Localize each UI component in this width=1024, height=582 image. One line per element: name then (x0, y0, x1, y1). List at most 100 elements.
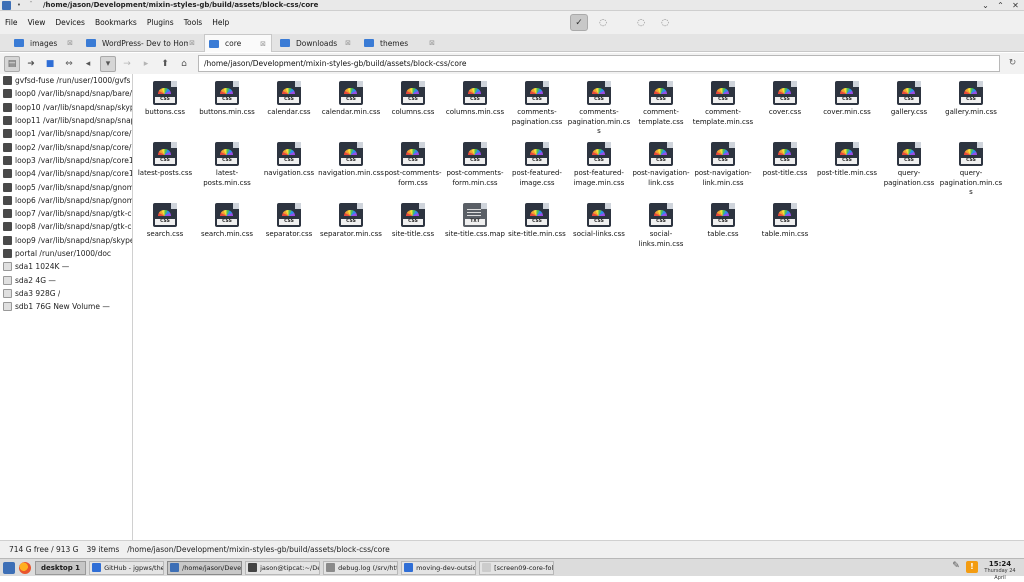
path-input[interactable]: /home/jason/Development/mixin-styles-gb/… (198, 55, 1000, 72)
file-item[interactable]: CSS site-title.min.css (506, 199, 568, 240)
desktop-switcher[interactable]: desktop 1 (35, 560, 87, 575)
sidebar-device-item[interactable]: loop4 /var/lib/snapd/snap/core18/2 (0, 167, 132, 180)
sidebar-device-item[interactable]: sda2 4G — (0, 273, 132, 286)
sidebar-device-item[interactable]: portal /run/user/1000/doc (0, 247, 132, 260)
settings-icon[interactable]: ◌ (594, 14, 612, 31)
close-icon[interactable]: ⊠ (66, 39, 74, 47)
sidebar-device-item[interactable]: loop9 /var/lib/snapd/snap/skype/37 (0, 234, 132, 247)
taskbar-window-button[interactable]: jason@tipcat:~/Dev... (245, 560, 321, 575)
drives-icon[interactable]: ▤ (4, 55, 20, 72)
home-icon[interactable]: ⌂ (176, 56, 192, 72)
file-item[interactable]: CSS cover.min.css (816, 77, 878, 118)
file-item[interactable]: CSS separator.css (258, 199, 320, 240)
file-item[interactable]: CSS post-title.min.css (816, 138, 878, 179)
file-item[interactable]: CSS buttons.min.css (196, 77, 258, 118)
tab-wordpress[interactable]: WordPress- Dev to Home 2⊠ (82, 34, 200, 52)
sidebar-device-item[interactable]: loop0 /var/lib/snapd/snap/bare/5 (0, 87, 132, 100)
close-icon[interactable]: ⊠ (188, 39, 196, 47)
tab-themes[interactable]: themes ⊠ (360, 34, 440, 52)
file-item[interactable]: CSS post-navigation-link.css (630, 138, 692, 188)
history-dropdown-icon[interactable]: ▾ (100, 55, 116, 72)
sidebar-device-item[interactable]: loop6 /var/lib/snapd/snap/gnome-3 (0, 194, 132, 207)
reload-icon[interactable]: ↻ (1005, 56, 1020, 71)
firefox-icon[interactable] (19, 561, 31, 574)
file-item[interactable]: CSS gallery.min.css (940, 77, 1002, 118)
warning-icon[interactable]: ! (966, 561, 978, 573)
folder-view-icon[interactable]: ■ (42, 56, 58, 72)
file-item[interactable]: CSS table.css (692, 199, 754, 240)
sidebar-device-item[interactable]: sda3 928G / (0, 287, 132, 300)
file-item[interactable]: CSS buttons.css (134, 77, 196, 118)
file-item[interactable]: CSS query-pagination.css (878, 138, 940, 188)
up-icon[interactable]: ⬆ (157, 56, 173, 72)
file-item[interactable]: CSS calendar.css (258, 77, 320, 118)
sidebar-device-item[interactable]: loop2 /var/lib/snapd/snap/core/172 (0, 140, 132, 153)
sidebar-device-item[interactable]: loop10 /var/lib/snapd/snap/skype/3 (0, 101, 132, 114)
sidebar-device-item[interactable]: gvfsd-fuse /run/user/1000/gvfs (0, 74, 132, 87)
close-icon[interactable]: ⊠ (344, 39, 352, 47)
pen-icon[interactable]: ✎ (950, 561, 962, 573)
sidebar-device-item[interactable]: loop11 /var/lib/snapd/snap/snapd/2 (0, 114, 132, 127)
file-item[interactable]: CSS comments-pagination.css (506, 77, 568, 127)
sidebar-device-item[interactable]: loop1 /var/lib/snapd/snap/core/162 (0, 127, 132, 140)
menu-view[interactable]: View (23, 18, 51, 27)
taskbar-window-button[interactable]: [screen09-core-fold... (479, 560, 555, 575)
terminal-icon[interactable]: ◌ (656, 14, 674, 31)
terminal-here-icon[interactable]: ➜ (23, 56, 39, 72)
start-menu-icon[interactable] (3, 561, 15, 574)
forward-alt-icon[interactable]: ▸ (138, 56, 154, 72)
file-item[interactable]: CSS search.min.css (196, 199, 258, 240)
menu-tools[interactable]: Tools (179, 18, 207, 27)
sidebar-device-item[interactable]: loop3 /var/lib/snapd/snap/core18/2 (0, 154, 132, 167)
taskbar-window-button[interactable]: debug.log (/srv/htt... (323, 560, 399, 575)
file-item[interactable]: TXT site-title.css.map (444, 199, 506, 240)
file-item[interactable]: CSS social-links.min.css (630, 199, 692, 249)
taskbar-window-button[interactable]: moving-dev-outside... (401, 560, 477, 575)
menu-bookmarks[interactable]: Bookmarks (90, 18, 142, 27)
forward-icon[interactable]: → (119, 56, 135, 72)
file-item[interactable]: CSS post-navigation-link.min.css (692, 138, 754, 188)
menu-help[interactable]: Help (207, 18, 234, 27)
sync-icon[interactable]: ✓ (570, 14, 588, 31)
file-item[interactable]: CSS post-featured-image.css (506, 138, 568, 188)
file-item[interactable]: CSS comment-template.min.css (692, 77, 754, 127)
file-item[interactable]: CSS columns.min.css (444, 77, 506, 118)
file-item[interactable]: CSS navigation.css (258, 138, 320, 179)
file-item[interactable]: CSS site-title.css (382, 199, 444, 240)
pin-icon[interactable]: • (15, 1, 23, 10)
file-item[interactable]: CSS post-comments-form.min.css (444, 138, 506, 188)
file-item[interactable]: CSS table.min.css (754, 199, 816, 240)
taskbar-window-button[interactable]: /home/jason/Devel... (167, 560, 243, 575)
menu-devices[interactable]: Devices (50, 18, 90, 27)
file-item[interactable]: CSS query-pagination.min.css (940, 138, 1002, 198)
file-item[interactable]: CSS post-title.css (754, 138, 816, 179)
file-item[interactable]: CSS social-links.css (568, 199, 630, 240)
close-icon[interactable]: ⊠ (428, 39, 436, 47)
file-item[interactable]: CSS comment-template.css (630, 77, 692, 127)
maximize-icon[interactable]: ⌃ (996, 1, 1005, 10)
file-item[interactable]: CSS gallery.css (878, 77, 940, 118)
file-item[interactable]: CSS cover.css (754, 77, 816, 118)
menu-plugins[interactable]: Plugins (142, 18, 179, 27)
file-item[interactable]: CSS latest-posts.min.css (196, 138, 258, 188)
sidebar-device-item[interactable]: loop8 /var/lib/snapd/snap/gtk-comr (0, 220, 132, 233)
tab-core[interactable]: core ⊠ (204, 34, 272, 52)
file-item[interactable]: CSS separator.min.css (320, 199, 382, 240)
file-item[interactable]: CSS calendar.min.css (320, 77, 382, 118)
minimize-icon[interactable]: ⌄ (981, 1, 990, 10)
close-icon[interactable]: ✕ (1011, 1, 1020, 10)
tab-images[interactable]: images ⊠ (10, 34, 78, 52)
menu-file[interactable]: File (0, 18, 23, 27)
file-item[interactable]: CSS search.css (134, 199, 196, 240)
sidebar-device-item[interactable]: sda1 1024K — (0, 260, 132, 273)
compare-icon[interactable]: ⇔ (61, 56, 77, 72)
sidebar-device-item[interactable]: sdb1 76G New Volume — (0, 300, 132, 313)
file-item[interactable]: CSS post-comments-form.css (382, 138, 444, 188)
sidebar-device-item[interactable]: loop5 /var/lib/snapd/snap/gnome-3 (0, 180, 132, 193)
close-icon[interactable]: ⊠ (259, 40, 267, 48)
plugin-icon[interactable]: ◌ (632, 14, 650, 31)
back-icon[interactable]: ◂ (80, 56, 96, 72)
tab-downloads[interactable]: Downloads ⊠ (276, 34, 356, 52)
clock[interactable]: 15:24 Thursday 24 April (979, 560, 1021, 582)
file-item[interactable]: CSS columns.css (382, 77, 444, 118)
